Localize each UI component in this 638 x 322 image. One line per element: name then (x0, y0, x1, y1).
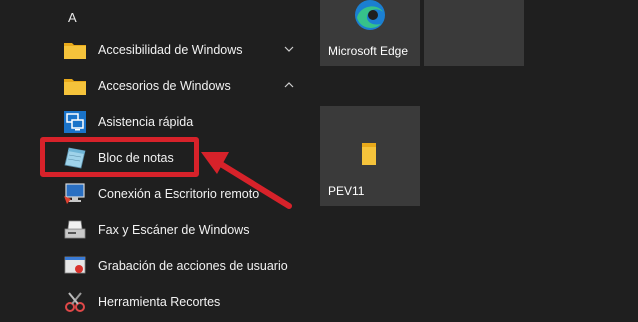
app-item-grabacion-acciones[interactable]: Grabación de acciones de usuario (58, 248, 308, 284)
folder-icon (62, 73, 88, 99)
snipping-tool-icon (62, 289, 88, 315)
tile-empty[interactable] (424, 0, 524, 66)
app-label: Herramienta Recortes (98, 295, 221, 309)
app-item-asistencia-rapida[interactable]: Asistencia rápida (58, 104, 308, 140)
tile-label: Microsoft Edge (328, 44, 409, 58)
app-list: A Accesibilidad de Windows Accesorios de… (0, 0, 310, 322)
arrow-annotation-icon (201, 152, 292, 209)
tile-label: PEV11 (328, 184, 365, 198)
tile-microsoft-edge[interactable]: Microsoft Edge (320, 0, 420, 66)
app-item-herramienta-recortes[interactable]: Herramienta Recortes (58, 284, 308, 320)
app-list-folder-accesibilidad[interactable]: Accesibilidad de Windows (58, 32, 308, 68)
tile-pev11[interactable]: PEV11 (320, 106, 420, 206)
chevron-down-icon[interactable] (282, 42, 296, 56)
quick-assist-icon (62, 109, 88, 135)
app-label: Asistencia rápida (98, 115, 194, 129)
remote-desktop-icon (62, 181, 88, 207)
app-list-folder-accesorios[interactable]: Accesorios de Windows (58, 68, 308, 104)
app-label: Grabación de acciones de usuario (98, 259, 288, 273)
chevron-up-icon[interactable] (282, 78, 296, 92)
app-label: Accesibilidad de Windows (98, 43, 243, 57)
folder-icon (358, 140, 380, 168)
app-label: Accesorios de Windows (98, 79, 231, 93)
folder-icon (62, 37, 88, 63)
app-item-fax-escaner[interactable]: Fax y Escáner de Windows (58, 212, 308, 248)
highlight-box (40, 137, 199, 177)
app-label: Fax y Escáner de Windows (98, 223, 250, 237)
fax-scanner-icon (62, 217, 88, 243)
steps-recorder-icon (62, 253, 88, 279)
start-menu: A Accesibilidad de Windows Accesorios de… (0, 0, 638, 322)
edge-icon (350, 0, 390, 32)
section-letter-header[interactable]: A (68, 10, 77, 25)
